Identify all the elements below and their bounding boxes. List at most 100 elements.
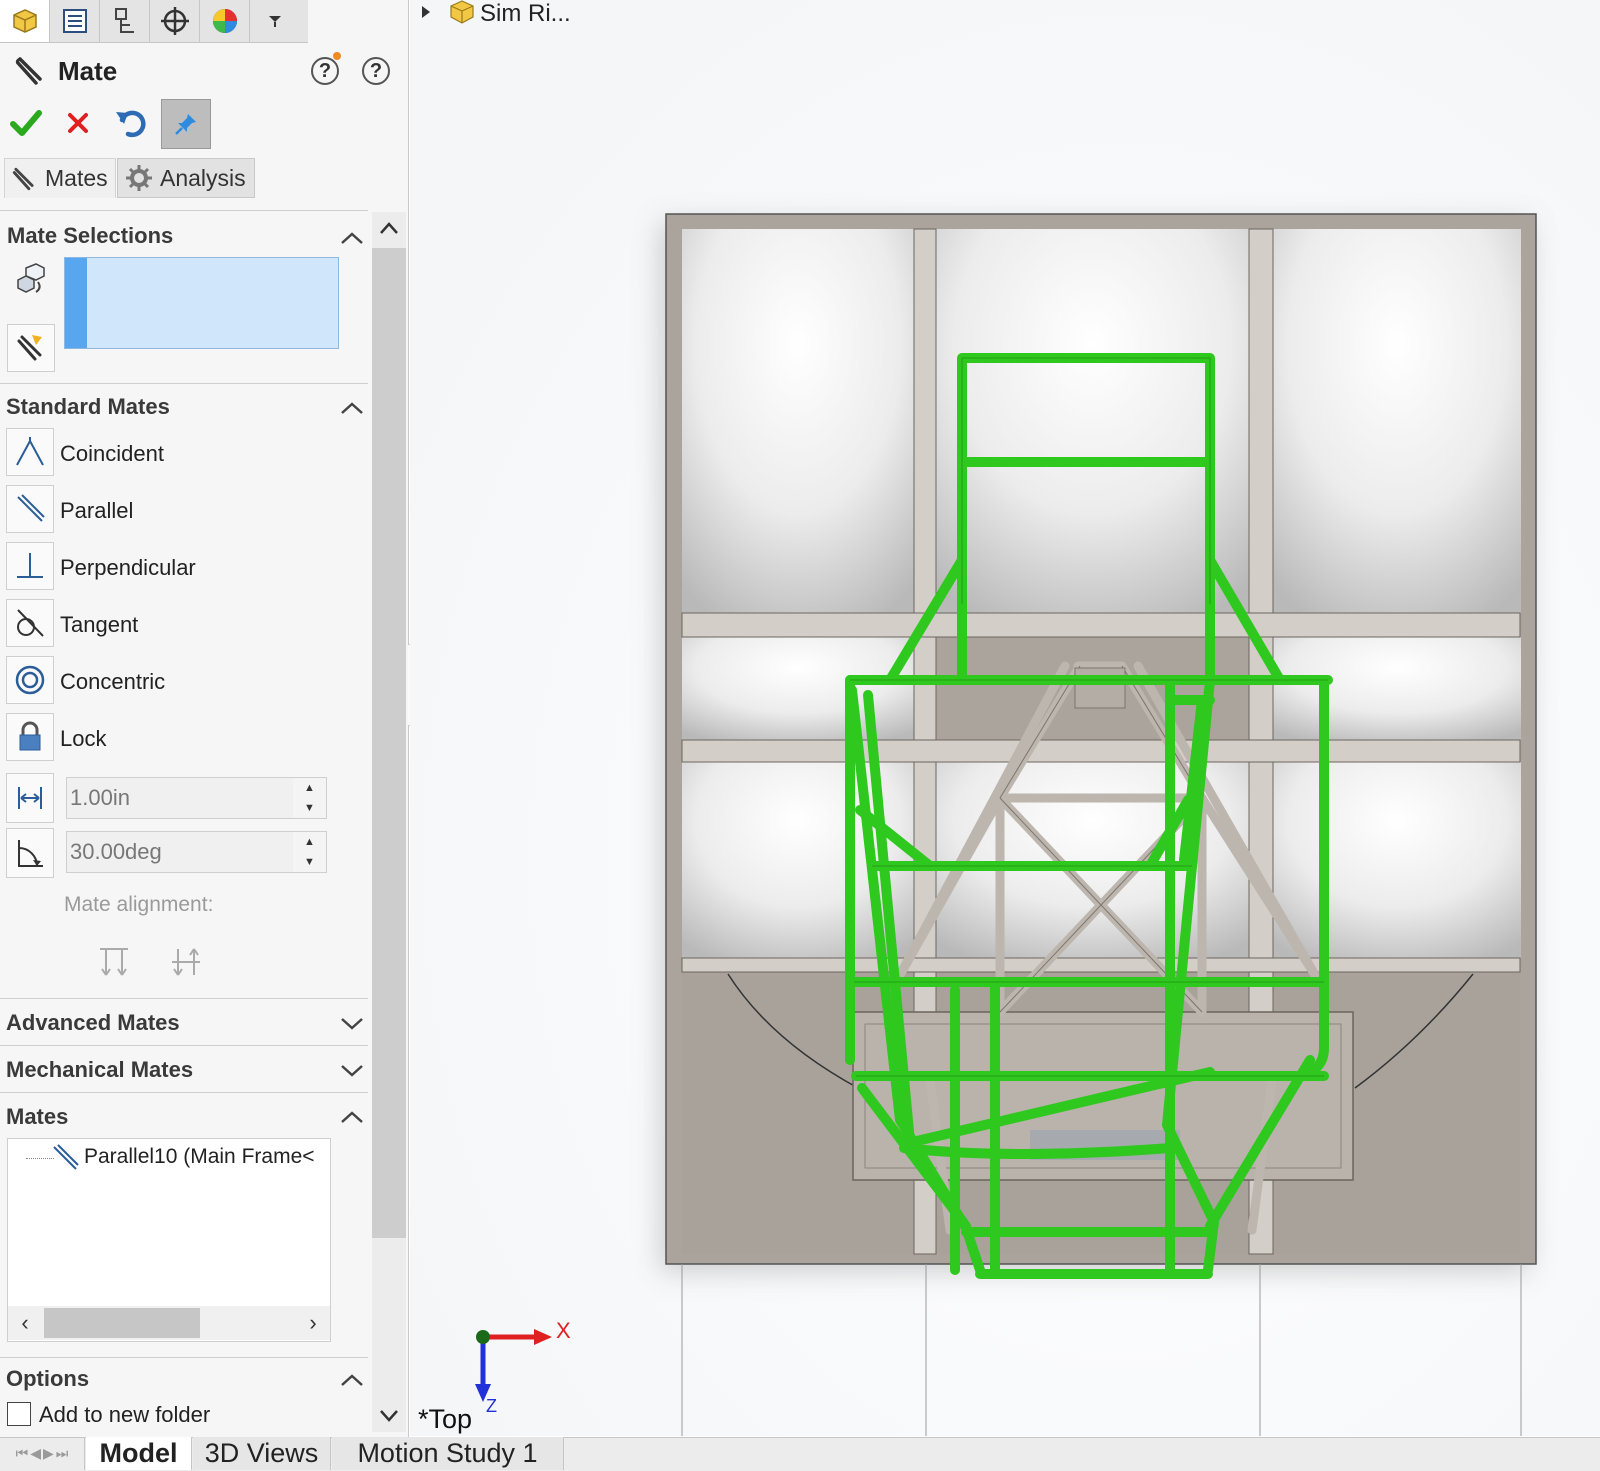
tab-mates[interactable]: Mates <box>4 158 116 198</box>
list-item[interactable]: Parallel10 (Main Frame< <box>84 1145 315 1169</box>
chevron-down-icon[interactable] <box>338 1060 366 1080</box>
horizontal-scrollbar[interactable]: ‹ › <box>8 1306 330 1340</box>
scroll-up-icon[interactable] <box>377 220 401 236</box>
tab-motion-study-1[interactable]: Motion Study 1 <box>332 1437 564 1470</box>
new-dot-icon <box>333 52 341 60</box>
angle-icon <box>18 840 43 867</box>
whats-new-help-button[interactable]: ? <box>311 57 339 85</box>
tree-expand-arrow-icon[interactable] <box>420 4 432 25</box>
mate-type-label: Concentric <box>60 669 166 694</box>
mechanical-mates-header[interactable]: Mechanical Mates <box>6 1057 193 1083</box>
tab-analysis[interactable]: Analysis <box>117 158 255 198</box>
checkmark-icon <box>10 110 42 136</box>
divider <box>0 383 368 384</box>
parallel-icon <box>53 1144 79 1170</box>
prev-tab-icon[interactable]: ◀ <box>30 1445 41 1462</box>
distance-value: 1.00in <box>70 785 130 810</box>
lock-icon <box>6 713 54 761</box>
mate-type-lock[interactable]: Lock <box>6 713 356 763</box>
next-tab-icon[interactable]: ▶ <box>43 1445 54 1462</box>
undo-icon <box>116 110 146 138</box>
first-tab-icon[interactable]: ⏮ <box>16 1445 29 1462</box>
tangent-icon <box>6 599 54 647</box>
add-to-new-folder-label: Add to new folder <box>39 1402 211 1427</box>
divider <box>0 998 368 999</box>
mate-icon <box>12 167 34 190</box>
mate-type-parallel[interactable]: Parallel <box>6 485 356 535</box>
entities-selection-box[interactable] <box>64 257 339 349</box>
last-tab-icon[interactable]: ⏭ <box>56 1445 69 1462</box>
whats-new-help-icon: ? <box>318 59 332 82</box>
tab-model[interactable]: Model <box>86 1437 192 1470</box>
dimxpert-tab-icon[interactable] <box>150 0 200 42</box>
featuretree-root-label[interactable]: Sim Ri... <box>480 0 571 28</box>
distance-spinner[interactable]: ▲ ▼ <box>293 777 327 819</box>
spin-down-icon[interactable]: ▼ <box>304 802 315 814</box>
mate-type-label: Coincident <box>60 441 164 466</box>
spin-down-icon[interactable]: ▼ <box>304 856 315 868</box>
ok-button[interactable] <box>3 100 49 146</box>
mate-type-concentric[interactable]: Concentric <box>6 656 356 706</box>
cancel-button[interactable] <box>55 100 101 146</box>
chevron-up-icon[interactable] <box>338 228 366 248</box>
angle-input[interactable]: 30.00deg <box>66 831 294 873</box>
aligned-button[interactable] <box>98 945 130 984</box>
manager-tabs <box>0 0 308 43</box>
configurationmanager-tab-icon[interactable] <box>100 0 150 42</box>
spin-up-icon[interactable]: ▲ <box>304 782 315 794</box>
scroll-thumb[interactable] <box>44 1308 200 1338</box>
divider <box>0 1092 368 1093</box>
axis-z-label: Z <box>486 1396 497 1416</box>
angle-spinner[interactable]: ▲ ▼ <box>293 831 327 873</box>
tab-3d-views[interactable]: 3D Views <box>193 1437 331 1470</box>
options-header: Options <box>6 1366 90 1391</box>
chevron-up-icon[interactable] <box>338 1370 366 1390</box>
parallel-icon <box>6 485 54 533</box>
mate-type-label: Perpendicular <box>60 555 196 580</box>
more-tabs-icon[interactable] <box>250 0 300 42</box>
mates-header: Mates <box>6 1104 69 1129</box>
mate-type-label: Lock <box>60 726 107 751</box>
distance-mate-button[interactable] <box>6 773 54 823</box>
selection-accent-bar <box>65 258 87 348</box>
angle-value: 30.00deg <box>70 839 162 864</box>
display-manager-tab-icon[interactable] <box>200 0 250 42</box>
advanced-mates-header[interactable]: Advanced Mates <box>6 1010 180 1036</box>
divider <box>0 210 368 211</box>
distance-input[interactable]: 1.00in <box>66 777 294 819</box>
tab-scroll-buttons[interactable]: ⏮ ◀ ▶ ⏭ <box>0 1437 85 1470</box>
mate-diagnostics-button[interactable] <box>7 324 55 372</box>
scroll-thumb[interactable] <box>372 248 406 1238</box>
chevron-up-icon[interactable] <box>338 398 366 418</box>
vertical-scrollbar[interactable] <box>372 212 406 1432</box>
scroll-down-icon[interactable] <box>377 1408 401 1424</box>
propertymanager-tab-icon[interactable] <box>50 0 100 42</box>
angle-mate-button[interactable] <box>6 828 54 878</box>
help-button[interactable]: ? <box>362 57 390 85</box>
chevron-right-icon[interactable]: › <box>296 1306 330 1340</box>
mate-selections-header: Mate Selections <box>7 223 174 248</box>
featuremanager-tab-icon[interactable] <box>0 0 50 42</box>
add-to-new-folder-checkbox[interactable] <box>7 1402 31 1426</box>
mate-type-coincident[interactable]: Coincident <box>6 428 356 478</box>
spin-up-icon[interactable]: ▲ <box>304 836 315 848</box>
chevron-left-icon[interactable]: ‹ <box>8 1306 42 1340</box>
assembly-icon <box>448 0 476 29</box>
undo-button[interactable] <box>108 100 154 146</box>
distance-icon <box>18 787 42 809</box>
mate-diagnostics-icon <box>17 335 42 361</box>
anti-aligned-button[interactable] <box>170 945 202 984</box>
chevron-down-icon[interactable] <box>338 1013 366 1033</box>
standard-mates-header: Standard Mates <box>6 394 170 419</box>
mate-alignment-label: Mate alignment: <box>64 893 214 916</box>
mate-type-label: Tangent <box>60 612 139 637</box>
mate-type-perpendicular[interactable]: Perpendicular <box>6 542 356 592</box>
mate-type-tangent[interactable]: Tangent <box>6 599 356 649</box>
keep-visible-pin-button[interactable] <box>161 99 211 149</box>
graphics-area[interactable] <box>410 0 1600 1436</box>
concentric-icon <box>6 656 54 704</box>
mate-type-label: Parallel <box>60 498 134 523</box>
gear-icon <box>126 165 152 191</box>
frame-model <box>410 0 1600 1436</box>
chevron-up-icon[interactable] <box>338 1107 366 1127</box>
